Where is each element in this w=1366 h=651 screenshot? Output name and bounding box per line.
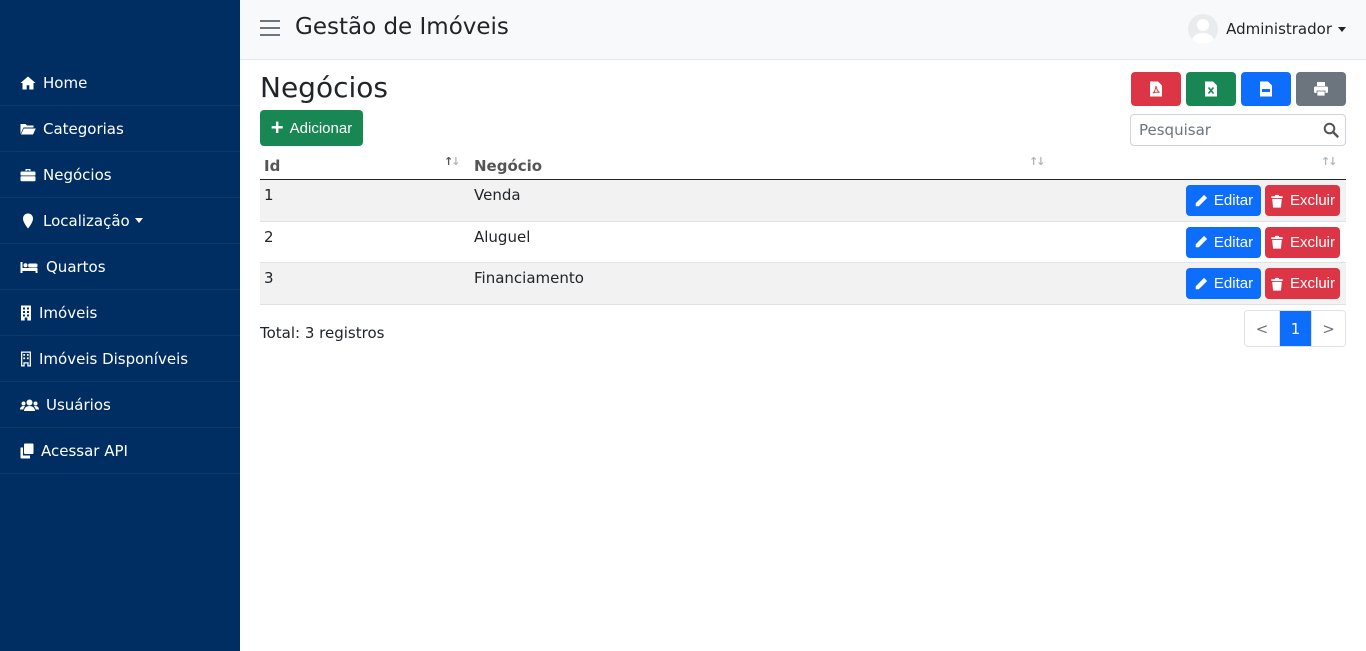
edit-button-label: Editar bbox=[1213, 192, 1254, 209]
pagination-prev[interactable]: < bbox=[1245, 311, 1279, 346]
delete-button[interactable]: Excluir bbox=[1265, 185, 1340, 216]
sidebar-item-home[interactable]: Home bbox=[0, 60, 240, 106]
delete-button[interactable]: Excluir bbox=[1265, 268, 1340, 299]
bed-icon bbox=[20, 259, 38, 275]
export-pdf-button[interactable] bbox=[1131, 72, 1181, 106]
trash-icon bbox=[1271, 277, 1283, 291]
delete-button-label: Excluir bbox=[1289, 192, 1335, 209]
building-outline-icon bbox=[20, 351, 32, 367]
sidebar-item-negocios[interactable]: Negócios bbox=[0, 152, 240, 198]
folder-open-icon bbox=[20, 121, 36, 137]
sidebar-item-label: Home bbox=[43, 73, 88, 92]
edit-button-label: Editar bbox=[1213, 275, 1254, 292]
user-name: Administrador bbox=[1226, 20, 1332, 38]
excel-file-icon bbox=[1205, 81, 1217, 97]
sort-icon[interactable]: ↑↓ bbox=[1029, 155, 1046, 168]
pagination-page[interactable]: 1 bbox=[1279, 311, 1311, 346]
sidebar-item-acessar-api[interactable]: Acessar API bbox=[0, 428, 240, 474]
cell-id: 3 bbox=[264, 269, 274, 287]
search-input[interactable] bbox=[1131, 115, 1311, 145]
plus-icon: + bbox=[270, 115, 284, 140]
sidebar-item-categorias[interactable]: Categorias bbox=[0, 106, 240, 152]
cell-negocio: Aluguel bbox=[474, 227, 531, 246]
sidebar-item-imoveis-disponiveis[interactable]: Imóveis Disponíveis bbox=[0, 336, 240, 382]
pencil-icon bbox=[1195, 235, 1208, 248]
pencil-icon bbox=[1195, 194, 1208, 206]
page-title: Negócios bbox=[260, 71, 388, 104]
add-button-label: Adicionar bbox=[289, 119, 353, 137]
sidebar-item-label: Quartos bbox=[46, 257, 106, 276]
users-icon bbox=[20, 397, 39, 413]
sidebar-item-localizacao[interactable]: Localização bbox=[0, 198, 240, 244]
search-icon[interactable] bbox=[1323, 122, 1339, 138]
table-row: 1 Venda Editar Excluir bbox=[260, 180, 1346, 222]
cell-id: 1 bbox=[264, 186, 274, 204]
trash-icon bbox=[1271, 235, 1283, 249]
sidebar-item-label: Acessar API bbox=[41, 441, 128, 460]
delete-button[interactable]: Excluir bbox=[1265, 226, 1340, 258]
sidebar-nav: Home Categorias Negócios Localização Qua… bbox=[0, 60, 240, 474]
sidebar-item-label: Imóveis bbox=[39, 303, 98, 322]
caret-down-icon bbox=[1338, 26, 1346, 32]
table-row: 2 Aluguel Editar Excluir bbox=[260, 222, 1346, 263]
sidebar-item-label: Negócios bbox=[43, 165, 112, 184]
trash-icon bbox=[1271, 194, 1283, 208]
edit-button[interactable]: Editar bbox=[1186, 185, 1261, 216]
pencil-icon bbox=[1195, 277, 1208, 289]
cell-id: 2 bbox=[264, 227, 274, 246]
export-excel-button[interactable] bbox=[1186, 72, 1236, 106]
avatar bbox=[1188, 14, 1219, 44]
map-marker-icon bbox=[20, 213, 36, 229]
caret-down-icon bbox=[134, 218, 143, 223]
print-icon bbox=[1314, 82, 1328, 97]
data-table: Id ↑↓ Negócio ↑↓ ↑↓ 1 Venda Editar Exclu… bbox=[260, 149, 1346, 305]
add-button[interactable]: + Adicionar bbox=[260, 110, 363, 146]
clone-icon bbox=[20, 443, 34, 459]
pdf-file-icon bbox=[1150, 81, 1162, 97]
sidebar-item-label: Categorias bbox=[43, 119, 124, 138]
sidebar: Home Categorias Negócios Localização Qua… bbox=[0, 0, 240, 651]
cell-negocio: Financiamento bbox=[474, 269, 584, 287]
sidebar-item-label: Usuários bbox=[46, 395, 111, 414]
edit-button-label: Editar bbox=[1213, 233, 1254, 251]
app-title: Gestão de Imóveis bbox=[295, 14, 509, 40]
delete-button-label: Excluir bbox=[1289, 233, 1335, 251]
table-row: 3 Financiamento Editar Excluir bbox=[260, 263, 1346, 305]
print-button[interactable] bbox=[1296, 72, 1346, 106]
edit-button[interactable]: Editar bbox=[1186, 226, 1261, 258]
hamburger-menu-icon[interactable] bbox=[260, 20, 280, 38]
briefcase-icon bbox=[20, 167, 36, 183]
column-header-id[interactable]: Id bbox=[264, 157, 280, 175]
home-icon bbox=[20, 75, 36, 91]
cell-negocio: Venda bbox=[474, 186, 521, 204]
top-navbar: Gestão de Imóveis Administrador bbox=[240, 0, 1366, 60]
export-csv-button[interactable] bbox=[1241, 72, 1291, 106]
sidebar-item-imoveis[interactable]: Imóveis bbox=[0, 290, 240, 336]
row-actions: Editar Excluir bbox=[1186, 226, 1340, 258]
edit-button[interactable]: Editar bbox=[1186, 268, 1261, 299]
sidebar-item-label: Imóveis Disponíveis bbox=[39, 349, 189, 368]
building-icon bbox=[20, 305, 32, 321]
sort-ascending-icon[interactable]: ↑↓ bbox=[444, 155, 461, 168]
table-header: Id ↑↓ Negócio ↑↓ ↑↓ bbox=[260, 149, 1346, 180]
row-actions: Editar Excluir bbox=[1186, 185, 1340, 216]
sidebar-item-label: Localização bbox=[43, 211, 130, 230]
pagination: < 1 > bbox=[1244, 310, 1346, 347]
sort-icon[interactable]: ↑↓ bbox=[1321, 155, 1338, 168]
csv-file-icon bbox=[1260, 81, 1272, 97]
search-box bbox=[1130, 114, 1346, 146]
total-records: Total: 3 registros bbox=[260, 324, 385, 342]
pagination-next[interactable]: > bbox=[1311, 311, 1345, 346]
export-toolbar bbox=[1131, 72, 1346, 106]
sidebar-item-usuarios[interactable]: Usuários bbox=[0, 382, 240, 428]
user-menu[interactable]: Administrador bbox=[1188, 14, 1346, 44]
sidebar-item-quartos[interactable]: Quartos bbox=[0, 244, 240, 290]
delete-button-label: Excluir bbox=[1289, 275, 1335, 292]
column-header-negocio[interactable]: Negócio bbox=[474, 157, 542, 175]
row-actions: Editar Excluir bbox=[1186, 268, 1340, 299]
